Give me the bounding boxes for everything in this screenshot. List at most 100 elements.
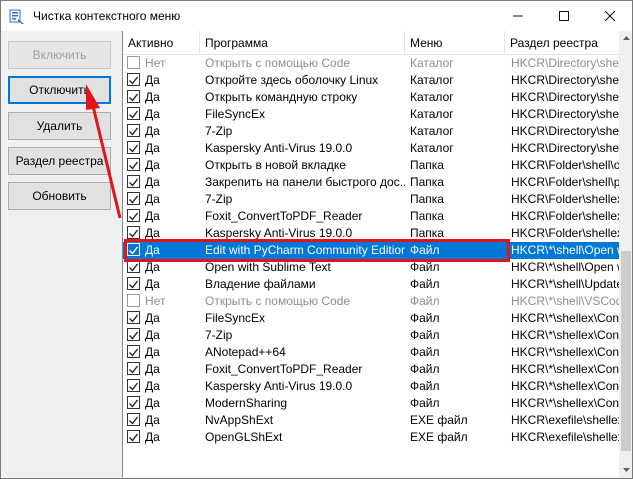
delete-button[interactable]: Удалить bbox=[8, 112, 111, 140]
list-row[interactable]: Да Открыть в новой вкладке Папка HKCR\Folde… bbox=[123, 157, 619, 174]
list-row[interactable]: Да FileSyncEx Файл HKCR\*\shellex\ContextM… bbox=[123, 310, 619, 327]
disable-button[interactable]: Отключить bbox=[8, 76, 111, 104]
row-checkbox[interactable] bbox=[127, 141, 141, 155]
row-registry: HKCR\exefile\shellex\ContextMenuHandlers bbox=[511, 413, 619, 427]
row-checkbox[interactable] bbox=[127, 379, 141, 393]
checkmark-icon bbox=[129, 399, 139, 408]
checkmark-icon bbox=[129, 76, 139, 85]
row-program: Открыть в новой вкладке bbox=[205, 158, 346, 172]
row-active: Да bbox=[145, 124, 160, 138]
row-checkbox[interactable] bbox=[127, 396, 141, 410]
list-row[interactable]: Да ANotepad++64 Файл HKCR\*\shellex\Context… bbox=[123, 344, 619, 361]
row-active: Нет bbox=[145, 294, 166, 308]
row-checkbox[interactable] bbox=[127, 158, 141, 172]
scrollbar-thumb[interactable] bbox=[621, 251, 631, 451]
column-header-program[interactable]: Программа bbox=[200, 31, 405, 55]
row-checkbox[interactable] bbox=[127, 209, 141, 223]
row-checkbox[interactable] bbox=[127, 345, 141, 359]
row-menu: Папка bbox=[410, 192, 444, 206]
row-menu: Папка bbox=[410, 175, 444, 189]
row-checkbox[interactable] bbox=[127, 107, 141, 121]
app-icon bbox=[9, 9, 24, 24]
row-program: Закрепить на панели быстрого дос... bbox=[205, 175, 405, 189]
row-active: Да bbox=[145, 430, 160, 444]
row-program: Open with Sublime Text bbox=[205, 260, 331, 274]
list-row[interactable]: Да Open with Sublime Text Файл HKCR\*\shell… bbox=[123, 259, 619, 276]
list-row[interactable]: Да Открыть командную строку Каталог HKCR\Di… bbox=[123, 89, 619, 106]
row-menu: EXE файл bbox=[410, 413, 468, 427]
list-row[interactable]: Да Foxit_ConvertToPDF_Reader Папка HKCR\Fol… bbox=[123, 208, 619, 225]
row-checkbox[interactable] bbox=[127, 192, 141, 206]
list-row[interactable]: Да ModernSharing Файл HKCR\*\shellex\Contex… bbox=[123, 395, 619, 412]
row-program: 7-Zip bbox=[205, 124, 233, 138]
row-program: Edit with PyCharm Community Edition bbox=[205, 243, 405, 257]
row-active: Да bbox=[145, 396, 160, 410]
checkmark-icon bbox=[129, 416, 139, 425]
scroll-down-arrow[interactable] bbox=[619, 463, 632, 477]
list-row[interactable]: Да 7-Zip Папка HKCR\Folder\shellex\ContextM… bbox=[123, 191, 619, 208]
refresh-button[interactable]: Обновить bbox=[8, 182, 111, 210]
checkmark-icon bbox=[129, 93, 139, 102]
row-program: Foxit_ConvertToPDF_Reader bbox=[205, 209, 363, 223]
row-menu: Файл bbox=[410, 311, 440, 325]
list-row[interactable]: Да Kaspersky Anti-Virus 19.0.0 Файл HKCR\*\… bbox=[123, 378, 619, 395]
row-menu: Каталог bbox=[410, 90, 454, 104]
row-menu: Файл bbox=[410, 277, 440, 291]
list-row[interactable]: Да 7-Zip Каталог HKCR\Directory\shellex bbox=[123, 123, 619, 140]
row-menu: Файл bbox=[410, 379, 440, 393]
checkmark-icon bbox=[129, 144, 139, 153]
scroll-up-arrow[interactable] bbox=[619, 31, 632, 45]
row-registry: HKCR\exefile\shellex\ContextMenuHandlers bbox=[511, 430, 619, 444]
list-row[interactable]: Да Kaspersky Anti-Virus 19.0.0 Каталог HKCR… bbox=[123, 140, 619, 157]
list-row[interactable]: Да Закрепить на панели быстрого дос... Пап… bbox=[123, 174, 619, 191]
checkmark-icon bbox=[129, 127, 139, 136]
list-row[interactable]: Да FileSyncEx Каталог HKCR\Directory\shell… bbox=[123, 106, 619, 123]
minimize-button[interactable] bbox=[495, 1, 541, 31]
enable-button[interactable]: Включить bbox=[8, 41, 111, 69]
column-header-menu[interactable]: Меню bbox=[405, 31, 505, 55]
vertical-scrollbar[interactable] bbox=[619, 31, 632, 477]
list-row[interactable]: Да Edit with PyCharm Community Edition Фай… bbox=[123, 242, 619, 259]
list-row[interactable]: Да 7-Zip Файл HKCR\*\shellex\ContextMenuHan… bbox=[123, 327, 619, 344]
row-checkbox[interactable] bbox=[127, 413, 141, 427]
row-program: Открыть с помощью Code bbox=[205, 56, 351, 70]
row-checkbox[interactable] bbox=[127, 56, 141, 70]
list-row[interactable]: Да Владение файлами Файл HKCR\*\shell\Updat… bbox=[123, 276, 619, 293]
list-row[interactable]: Да Foxit_ConvertToPDF_Reader Файл HKCR\*\sh… bbox=[123, 361, 619, 378]
row-program: ANotepad++64 bbox=[205, 345, 286, 359]
row-checkbox[interactable] bbox=[127, 124, 141, 138]
row-checkbox[interactable] bbox=[127, 243, 141, 257]
registry-key-button[interactable]: Раздел реестра bbox=[8, 147, 111, 175]
row-program: ModernSharing bbox=[205, 396, 288, 410]
row-active: Да bbox=[145, 175, 160, 189]
row-menu: Папка bbox=[410, 226, 444, 240]
row-registry: HKCR\*\shell\Open with PyCharm bbox=[511, 243, 619, 257]
row-checkbox[interactable] bbox=[127, 73, 141, 87]
list-header: Активно Программа Меню Раздел реестра bbox=[123, 31, 632, 55]
list-row[interactable]: Нет Открыть с помощью Code Файл HKCR\*\shel… bbox=[123, 293, 619, 310]
row-checkbox[interactable] bbox=[127, 311, 141, 325]
row-active: Да bbox=[145, 209, 160, 223]
column-header-registry[interactable]: Раздел реестра bbox=[505, 31, 632, 55]
row-checkbox[interactable] bbox=[127, 328, 141, 342]
row-registry: HKCR\*\shellex\ContextMenuHandlers bbox=[511, 379, 619, 393]
row-checkbox[interactable] bbox=[127, 362, 141, 376]
row-checkbox[interactable] bbox=[127, 430, 141, 444]
close-button[interactable] bbox=[587, 1, 633, 31]
row-checkbox[interactable] bbox=[127, 226, 141, 240]
list-row[interactable]: Да Kaspersky Anti-Virus 19.0.0 Папка HKCR\F… bbox=[123, 225, 619, 242]
title-bar: Чистка контекстного меню bbox=[0, 0, 633, 31]
list-row[interactable]: Нет Открыть с помощью Code Каталог HKCR\Dir… bbox=[123, 55, 619, 72]
row-checkbox[interactable] bbox=[127, 175, 141, 189]
row-checkbox[interactable] bbox=[127, 260, 141, 274]
list-row[interactable]: Да Откройте здесь оболочку Linux Каталог HK… bbox=[123, 72, 619, 89]
list-row[interactable]: Да NvAppShExt EXE файл HKCR\exefile\shellex… bbox=[123, 412, 619, 429]
row-program: Kaspersky Anti-Virus 19.0.0 bbox=[205, 141, 353, 155]
row-checkbox[interactable] bbox=[127, 90, 141, 104]
column-header-active[interactable]: Активно bbox=[123, 31, 200, 55]
row-checkbox[interactable] bbox=[127, 294, 141, 308]
context-menu-list: Активно Программа Меню Раздел реестра Не… bbox=[122, 31, 632, 477]
maximize-button[interactable] bbox=[541, 1, 587, 31]
row-checkbox[interactable] bbox=[127, 277, 141, 291]
list-row[interactable]: Да OpenGLShExt EXE файл HKCR\exefile\shelle… bbox=[123, 429, 619, 446]
